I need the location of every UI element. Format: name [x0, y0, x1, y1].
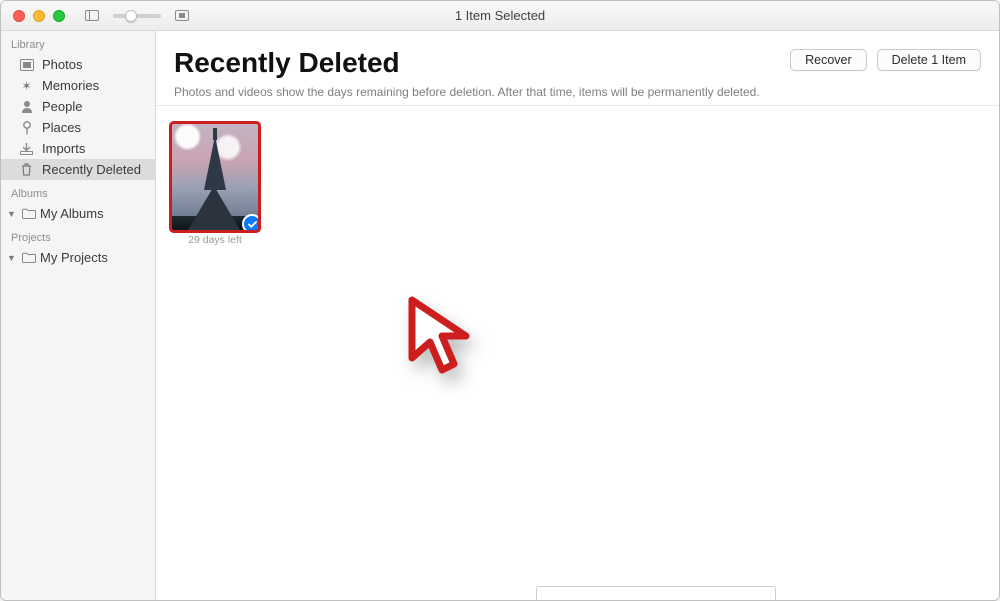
- sidebar-group-my-albums[interactable]: ▼ My Albums: [1, 203, 155, 224]
- annotation-cursor-icon: [408, 296, 488, 386]
- sidebar: Library Photos ✶ Memories People Places …: [1, 31, 156, 600]
- content-header: Recently Deleted Photos and videos show …: [156, 31, 999, 106]
- days-remaining-label: 29 days left: [188, 234, 242, 246]
- sidebar-section-albums: Albums: [1, 186, 155, 203]
- memories-icon: ✶: [19, 79, 34, 93]
- sidebar-item-label: My Albums: [40, 206, 104, 221]
- close-window-button[interactable]: [13, 10, 25, 22]
- sidebar-item-label: Memories: [42, 78, 99, 93]
- folder-icon: [21, 208, 36, 219]
- zoom-slider[interactable]: [113, 14, 161, 18]
- sidebar-item-places[interactable]: Places: [1, 117, 155, 138]
- trash-icon: [19, 163, 34, 176]
- selection-check-icon: [242, 214, 258, 230]
- sidebar-item-label: Photos: [42, 57, 82, 72]
- page-title: Recently Deleted: [174, 47, 790, 79]
- sidebar-item-imports[interactable]: Imports: [1, 138, 155, 159]
- page-subtitle: Photos and videos show the days remainin…: [174, 85, 790, 99]
- imports-icon: [19, 143, 34, 155]
- thumbnail-size-icon[interactable]: [175, 10, 189, 21]
- sidebar-section-library: Library: [1, 37, 155, 54]
- minimize-window-button[interactable]: [33, 10, 45, 22]
- main-content: Recently Deleted Photos and videos show …: [156, 31, 999, 600]
- disclosure-triangle-icon[interactable]: ▼: [7, 209, 17, 219]
- sidebar-item-label: People: [42, 99, 82, 114]
- thumbnail-image[interactable]: [172, 124, 258, 230]
- recover-button[interactable]: Recover: [790, 49, 867, 71]
- fullscreen-window-button[interactable]: [53, 10, 65, 22]
- titlebar-tools: [85, 10, 189, 21]
- app-window: 1 Item Selected Library Photos ✶ Memorie…: [0, 0, 1000, 601]
- sidebar-section-projects: Projects: [1, 230, 155, 247]
- sidebar-item-people[interactable]: People: [1, 96, 155, 117]
- sidebar-item-label: Places: [42, 120, 81, 135]
- photo-grid[interactable]: 29 days left: [156, 106, 999, 600]
- sidebar-group-my-projects[interactable]: ▼ My Projects: [1, 247, 155, 268]
- sidebar-toggle-icon[interactable]: [85, 10, 99, 21]
- places-icon: [19, 121, 34, 135]
- photo-thumbnail[interactable]: 29 days left: [170, 124, 260, 246]
- delete-button[interactable]: Delete 1 Item: [877, 49, 981, 71]
- sidebar-item-photos[interactable]: Photos: [1, 54, 155, 75]
- sidebar-item-recently-deleted[interactable]: Recently Deleted: [1, 159, 155, 180]
- bottom-bar-placeholder: [536, 586, 776, 600]
- sidebar-item-label: My Projects: [40, 250, 108, 265]
- sidebar-item-label: Recently Deleted: [42, 162, 141, 177]
- photos-icon: [19, 59, 34, 71]
- sidebar-item-label: Imports: [42, 141, 85, 156]
- window-controls: [1, 10, 65, 22]
- folder-icon: [21, 252, 36, 263]
- titlebar: 1 Item Selected: [1, 1, 999, 31]
- disclosure-triangle-icon[interactable]: ▼: [7, 253, 17, 263]
- people-icon: [19, 100, 34, 113]
- sidebar-item-memories[interactable]: ✶ Memories: [1, 75, 155, 96]
